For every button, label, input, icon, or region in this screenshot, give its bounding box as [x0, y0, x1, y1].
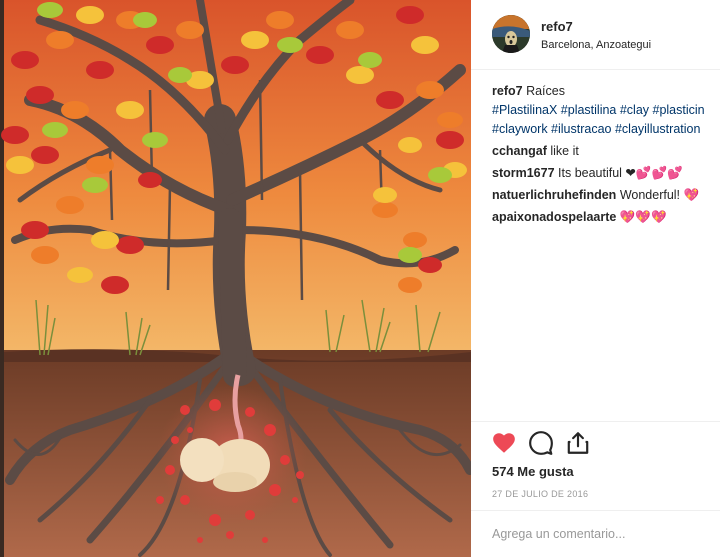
divider [471, 421, 720, 422]
comment-username[interactable]: apaixonadospelaarte [492, 210, 616, 224]
comment-text: like it [550, 144, 579, 158]
post-date[interactable]: 27 DE JULIO DE 2016 [492, 489, 588, 499]
post-photo[interactable] [0, 0, 471, 557]
comment-item: cchangaf like it [492, 142, 720, 161]
post-author-username[interactable]: refo7 [541, 19, 573, 34]
avatar-painting-icon [492, 15, 530, 53]
add-comment-input[interactable] [492, 525, 712, 543]
caption-username[interactable]: refo7 [492, 84, 523, 98]
avatar[interactable] [492, 15, 530, 53]
comment-username[interactable]: natuerlichruhefinden [492, 188, 616, 202]
comment-text: 💖💖💖 [619, 210, 667, 224]
post-details-panel: refo7 Barcelona, Anzoategui refo7 Raíces… [471, 0, 720, 557]
caption-hashtags-line-2[interactable]: #claywork #ilustracao #clayillustration [492, 120, 720, 139]
likes-count[interactable]: 574 Me gusta [492, 464, 574, 479]
comment-username[interactable]: cchangaf [492, 144, 547, 158]
comment-item: apaixonadospelaarte 💖💖💖 [492, 208, 720, 227]
post-location[interactable]: Barcelona, Anzoategui [541, 39, 651, 51]
divider [471, 510, 720, 511]
share-icon[interactable] [565, 430, 591, 456]
caption-text: Raíces [526, 84, 565, 98]
comment-username[interactable]: storm1677 [492, 166, 555, 180]
comment-text: Wonderful! 💖 [619, 188, 700, 202]
comments-list: refo7 Raíces #PlastilinaX #plastilina #c… [492, 82, 720, 227]
post-header: refo7 Barcelona, Anzoategui [471, 0, 720, 70]
comment-item: storm1677 Its beautiful ❤💕💕💕 [492, 164, 720, 183]
comment-item: natuerlichruhefinden Wonderful! 💖 [492, 186, 720, 205]
caption: refo7 Raíces #PlastilinaX #plastilina #c… [492, 82, 720, 139]
comment-bubble-icon[interactable] [528, 430, 554, 456]
caption-hashtags-line-1[interactable]: #PlastilinaX #plastilina #clay #plastici… [492, 101, 720, 120]
heart-filled-icon[interactable] [491, 430, 517, 456]
comment-text: Its beautiful ❤💕💕💕 [558, 166, 683, 180]
